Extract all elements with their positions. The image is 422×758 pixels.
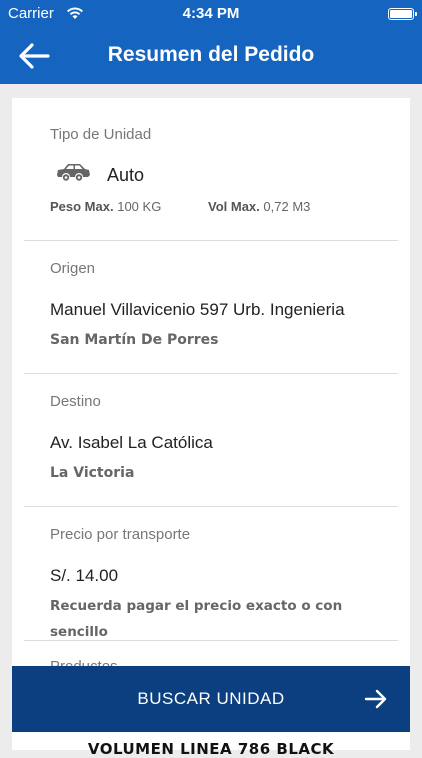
nav-bar: Resumen del Pedido: [0, 28, 422, 84]
divider: [24, 240, 398, 241]
origin-label: Origen: [50, 260, 96, 277]
page-title: Resumen del Pedido: [107, 43, 315, 66]
product-name-peek: VOLUMEN LINEA 786 BLACK: [87, 740, 335, 758]
origin-address: Manuel Villavicenio 597 Urb. Ingenieria: [50, 300, 345, 319]
search-unit-button-label: BUSCAR UNIDAD: [137, 689, 285, 708]
status-bar: Carrier 4:34 PM: [0, 0, 422, 28]
max-volume-label: Vol Max.: [208, 199, 260, 214]
max-weight-value: 100 KG: [117, 199, 162, 214]
unit-type-label: Tipo de Unidad: [50, 126, 152, 143]
max-volume-value: 0,72 M3: [263, 199, 311, 214]
price-note-line1: Recuerda pagar el precio exacto o con: [50, 598, 343, 614]
destination-label: Destino: [50, 393, 101, 410]
max-weight-label: Peso Max.: [50, 199, 114, 214]
price-amount: S/. 14.00: [50, 566, 119, 585]
unit-name: Auto: [107, 165, 145, 185]
destination-district: La Victoria: [50, 465, 135, 481]
search-unit-button[interactable]: BUSCAR UNIDAD: [12, 666, 410, 732]
order-summary-card: Tipo de Unidad Auto Peso Max. 100 KG Vol…: [12, 98, 410, 750]
clock: 4:34 PM: [182, 5, 240, 22]
max-volume: Vol Max. 0,72 M3: [208, 199, 310, 214]
price-label: Precio por transporte: [50, 526, 191, 543]
arrow-right-icon: [364, 689, 387, 709]
origin-district: San Martín De Porres: [50, 332, 219, 348]
divider: [24, 506, 398, 507]
car-icon: [57, 164, 90, 181]
price-note-line2: sencillo: [50, 624, 108, 640]
destination-address: Av. Isabel La Católica: [50, 433, 213, 452]
max-weight: Peso Max. 100 KG: [50, 199, 161, 214]
divider: [24, 373, 398, 374]
divider: [24, 640, 398, 641]
battery-icon: [388, 8, 417, 20]
